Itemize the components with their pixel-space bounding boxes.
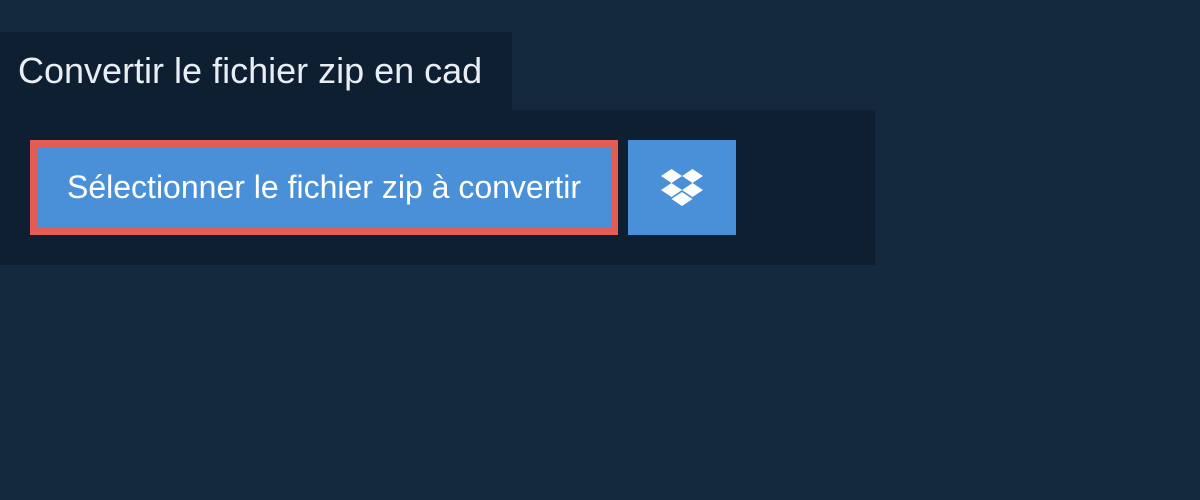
select-file-button[interactable]: Sélectionner le fichier zip à convertir bbox=[30, 140, 618, 235]
button-row: Sélectionner le fichier zip à convertir bbox=[30, 140, 845, 235]
select-file-button-label: Sélectionner le fichier zip à convertir bbox=[67, 169, 581, 205]
tab-header: Convertir le fichier zip en cad bbox=[0, 32, 512, 110]
dropbox-button[interactable] bbox=[628, 140, 736, 235]
dropbox-icon bbox=[661, 169, 703, 207]
tab-title: Convertir le fichier zip en cad bbox=[18, 50, 482, 92]
content-panel: Sélectionner le fichier zip à convertir bbox=[0, 110, 875, 265]
